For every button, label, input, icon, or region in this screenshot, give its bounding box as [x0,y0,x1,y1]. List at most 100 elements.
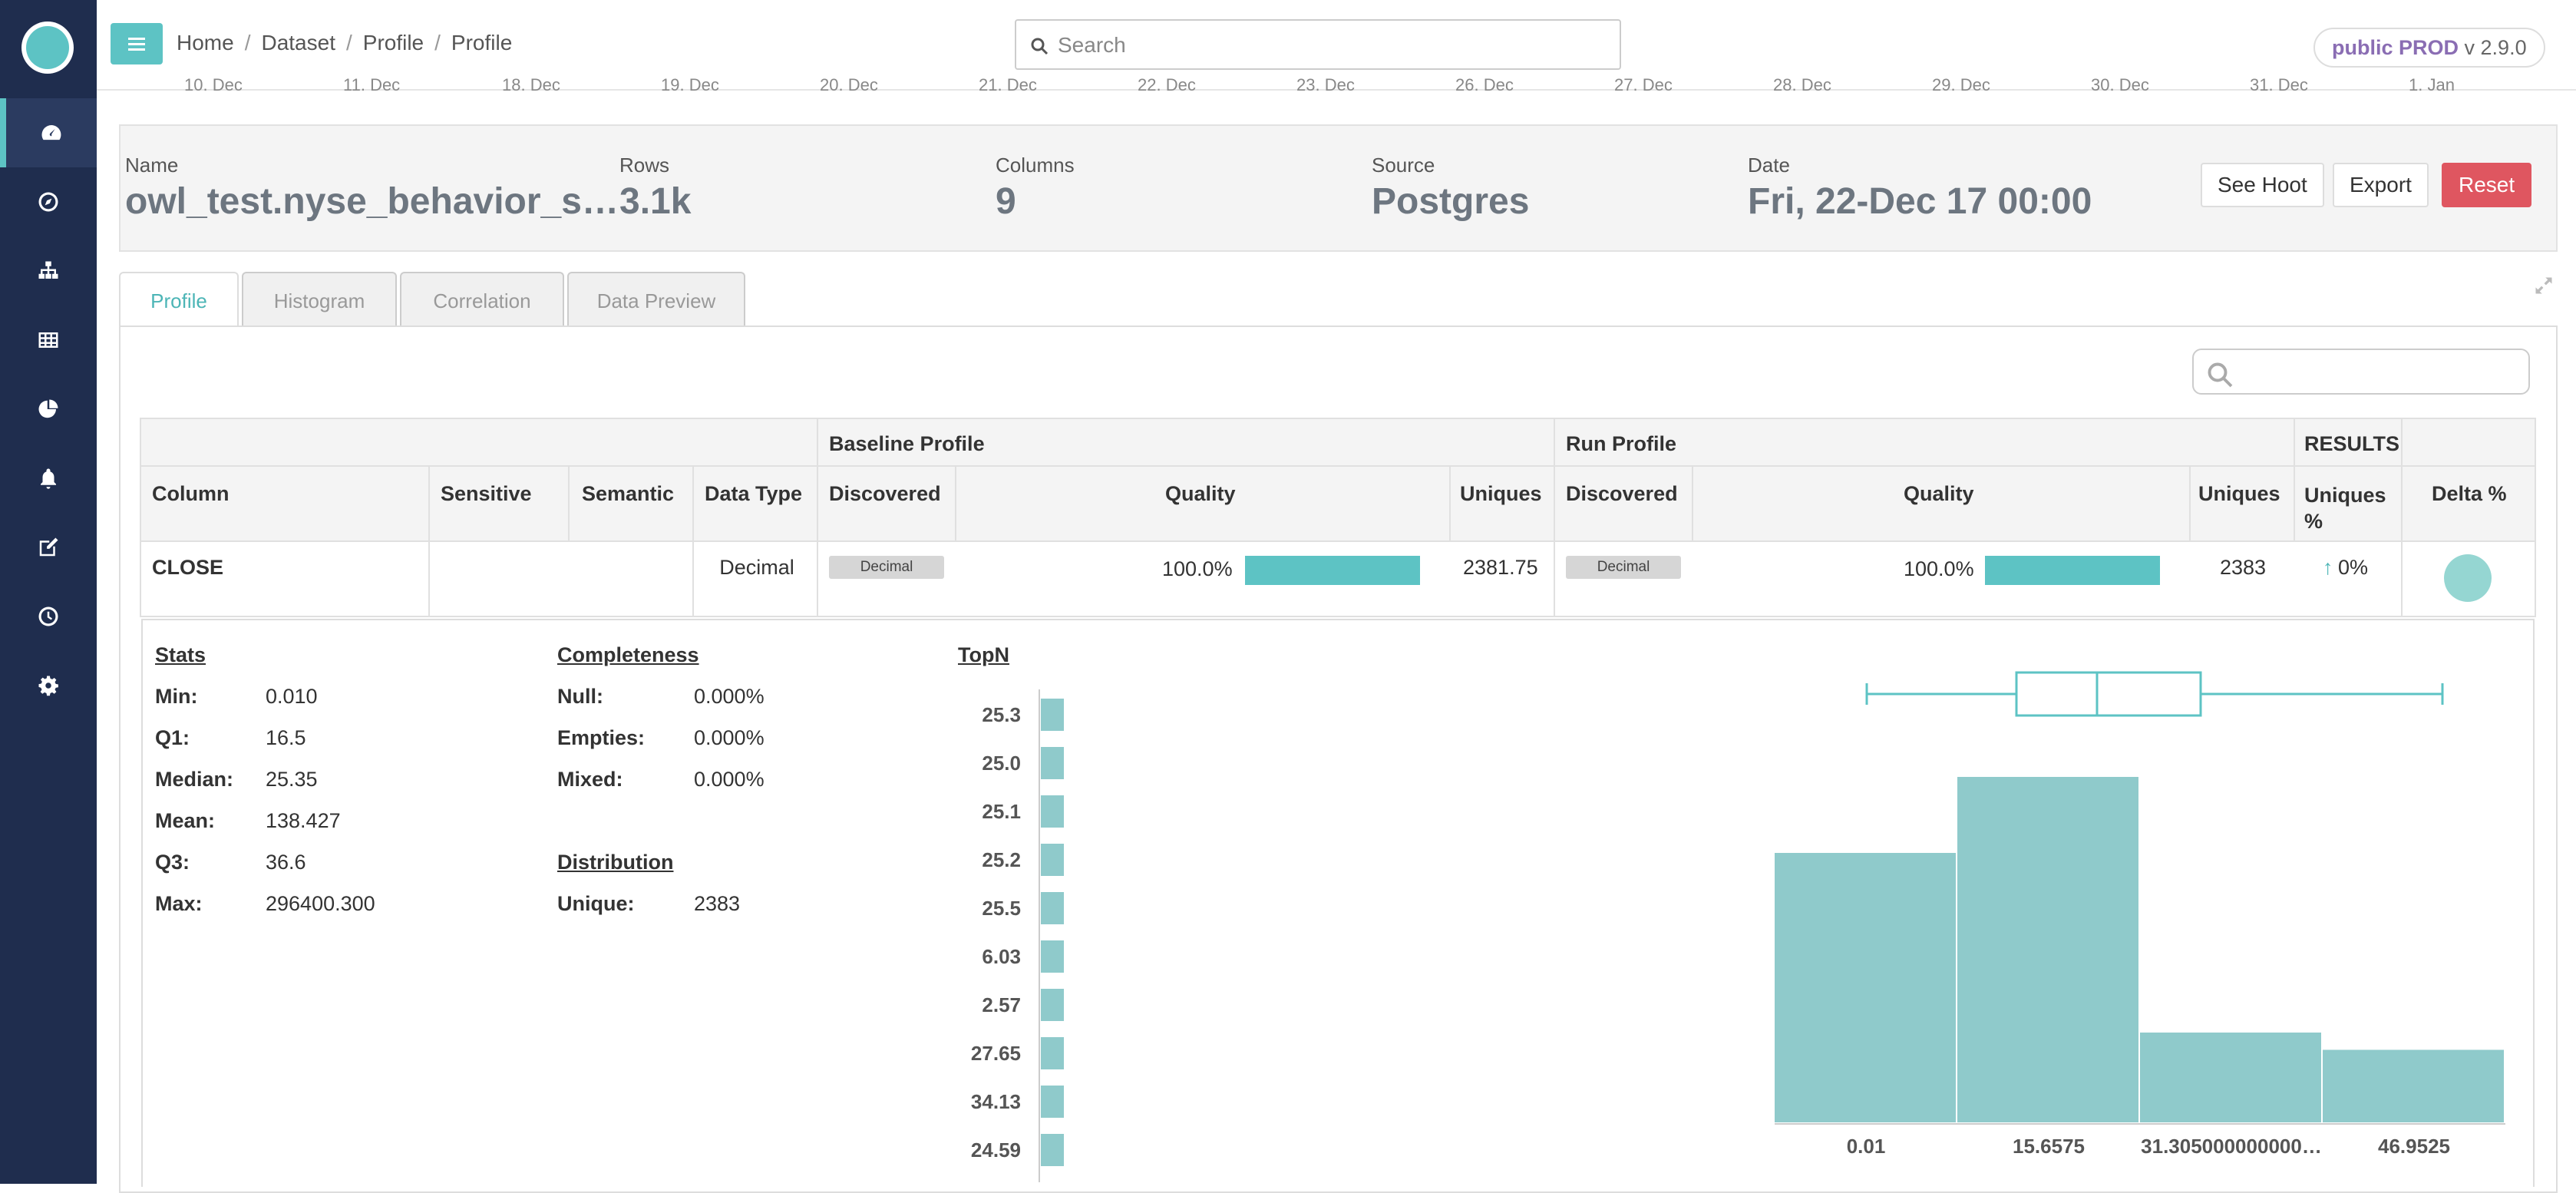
trend-up-icon: ↑ [2323,556,2333,579]
environment-name: public PROD [2332,36,2459,59]
header-data-type[interactable]: Data Type [705,482,802,506]
breadcrumb-dataset[interactable]: Dataset [261,31,335,55]
timeline-tick: 18. Dec [502,77,560,94]
histogram-bar[interactable] [1957,777,2138,1122]
run-profile-header: Run Profile [1566,432,1677,455]
table-search[interactable] [2192,349,2530,395]
table-column-header: Column Sensitive Semantic Data Type Disc… [140,465,2536,542]
table-group-header: Baseline Profile Run Profile RESULTS [140,418,2536,467]
rows-value: 3.1k [619,181,692,222]
timeline-tick: 27. Dec [1614,77,1673,94]
histogram-bin-label: 0.01 [1847,1135,1886,1158]
histogram-bar[interactable] [2323,1049,2504,1123]
tab-histogram[interactable]: Histogram [242,272,397,327]
gear-icon[interactable] [0,651,97,720]
dataset-info-bar: Name owl_test.nyse_behavior_s… Rows 3.1k… [119,124,2558,252]
run-quality-value: 100.0% [1904,557,1974,580]
histogram-bin-label: 46.9525 [2378,1135,2450,1158]
run-quality-bar [1985,556,2160,585]
header-column[interactable]: Column [152,482,230,506]
source-value: Postgres [1372,181,1530,222]
dataset-name: owl_test.nyse_behavior_s… [125,181,619,222]
breadcrumb-profile[interactable]: Profile [363,31,424,55]
header-run-uniques[interactable]: Uniques [2198,482,2280,506]
breadcrumb: Home / Dataset / Profile / Profile [177,31,513,55]
timeline-tick: 28. Dec [1773,77,1831,94]
timeline-tick: 19. Dec [661,77,719,94]
source-label: Source [1372,154,1435,177]
header-delta-pct[interactable]: Delta % [2432,482,2507,506]
date-label: Date [1748,154,1790,177]
hamburger-menu-button[interactable] [111,23,163,64]
export-button[interactable]: Export [2333,163,2429,207]
pie-chart-icon[interactable] [0,375,97,444]
baseline-discovered-badge: Decimal [829,556,944,579]
rows-label: Rows [619,154,670,177]
header-uniques-pct[interactable]: Uniques % [2304,482,2393,534]
header-baseline-quality[interactable]: Quality [1165,482,1236,506]
delta-indicator[interactable] [2444,554,2492,602]
reset-button[interactable]: Reset [2442,163,2532,207]
timeline-axis: 10. Dec 11. Dec 18. Dec 19. Dec 20. Dec 21. D… [146,77,2487,97]
app-version: v 2.9.0 [2464,36,2527,59]
date-value: Fri, 22-Dec 17 00:00 [1748,181,2092,222]
tab-profile[interactable]: Profile [119,272,239,329]
timeline-tick: 29. Dec [1932,77,1990,94]
uniques-pct-value: 0% [2338,556,2369,579]
histogram-chart: 0.01 15.6575 31.305000000000… 46.9525 [1775,671,2505,1158]
owl-logo[interactable] [21,21,74,74]
columns-label: Columns [996,154,1075,177]
tab-data-preview[interactable]: Data Preview [567,272,745,327]
data-type-value: Decimal [719,556,794,579]
column-name[interactable]: CLOSE [152,556,223,580]
search-input[interactable] [1056,28,1609,62]
histogram-bar[interactable] [1775,853,1956,1122]
timeline-tick: 31. Dec [2250,77,2308,94]
baseline-quality-value: 100.0% [1162,557,1233,580]
name-label: Name [125,154,179,177]
dashboard-icon[interactable] [0,98,97,167]
header-baseline-uniques[interactable]: Uniques [1460,482,1542,506]
expand-icon[interactable] [2533,275,2555,296]
timeline-tick: 23. Dec [1296,77,1355,94]
header-run-discovered[interactable]: Discovered [1566,482,1678,506]
timeline-tick: 26. Dec [1455,77,1514,94]
header-run-quality[interactable]: Quality [1904,482,1974,506]
table-icon[interactable] [0,306,97,375]
run-uniques-value: 2383 [2220,556,2267,579]
search-icon [2208,362,2233,388]
baseline-uniques-value: 2381.75 [1463,556,1538,579]
boxplot-box[interactable] [2015,671,2202,717]
histogram-bin-label: 15.6575 [2013,1135,2085,1158]
see-hoot-button[interactable]: See Hoot [2201,163,2324,207]
edit-icon[interactable] [0,513,97,582]
timeline-tick: 20. Dec [820,77,878,94]
columns-value: 9 [996,181,1016,222]
bell-icon[interactable] [0,444,97,513]
tab-correlation[interactable]: Correlation [400,272,564,327]
baseline-quality-bar [1245,556,1420,585]
sitemap-icon[interactable] [0,236,97,306]
run-discovered-badge: Decimal [1566,556,1681,579]
search-icon [1031,38,1049,55]
timeline-tick: 30. Dec [2091,77,2149,94]
compass-icon[interactable] [0,167,97,236]
clock-icon[interactable] [0,582,97,651]
timeline-tick: 10. Dec [184,77,243,94]
timeline-tick: 21. Dec [979,77,1037,94]
timeline-tick: 1. Jan [2409,77,2455,94]
histogram-bar[interactable] [2140,1033,2321,1122]
histogram-bin-label: 31.305000000000… [2141,1135,2322,1158]
timeline-tick: 22. Dec [1138,77,1196,94]
breadcrumb-home[interactable]: Home [177,31,234,55]
table-row[interactable]: CLOSE Decimal Decimal 100.0% 2381.75 Dec… [140,540,2536,617]
header-semantic[interactable]: Semantic [582,482,674,506]
header-baseline-discovered[interactable]: Discovered [829,482,941,506]
environment-badge: public PROD v 2.9.0 [2313,28,2545,68]
results-header: RESULTS [2304,432,2400,455]
header-sensitive[interactable]: Sensitive [441,482,532,506]
column-detail-panel: Stats Min: 0.010 Q1: 16.5 Median: 25.35 Mean: 1… [141,619,2535,1187]
timeline-tick: 11. Dec [343,77,401,94]
global-search [1015,19,1621,70]
menu-icon [128,42,145,45]
